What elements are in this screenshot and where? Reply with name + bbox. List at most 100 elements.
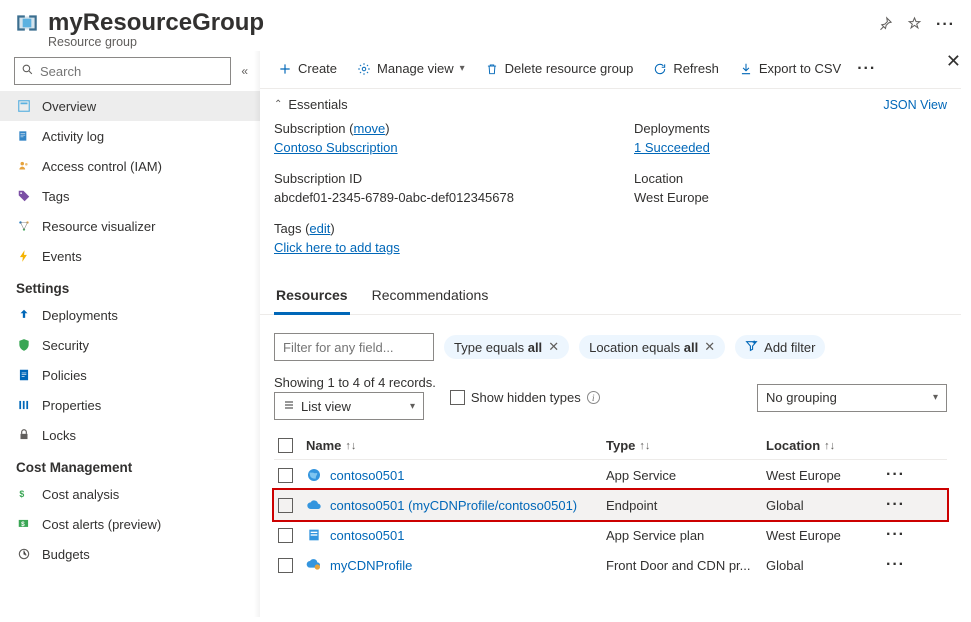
toolbar-more-icon[interactable]: ··· [857, 60, 876, 78]
column-location[interactable]: Location ↑↓ [766, 438, 886, 453]
nav-cost-alerts[interactable]: $ Cost alerts (preview) [0, 509, 260, 539]
column-type[interactable]: Type ↑↓ [606, 438, 766, 453]
row-checkbox[interactable] [278, 528, 293, 543]
collapse-sidebar-icon[interactable]: « [237, 60, 252, 82]
list-view-select[interactable]: List view ▾ [274, 392, 424, 420]
nav-label: Cost analysis [42, 487, 119, 502]
search-input[interactable] [40, 64, 224, 79]
activity-log-icon [16, 128, 32, 144]
table-row: myCDNProfileFront Door and CDN pr...Glob… [274, 550, 947, 580]
chevron-down-icon: ▾ [933, 392, 938, 403]
resource-name-link[interactable]: contoso0501 [306, 527, 606, 543]
resource-location: Global [766, 498, 886, 513]
export-button[interactable]: Export to CSV [735, 59, 845, 78]
row-checkbox[interactable] [278, 558, 293, 573]
edit-tags-link[interactable]: edit [309, 221, 330, 236]
page-subtitle: Resource group [48, 35, 878, 49]
resource-type: Endpoint [606, 498, 766, 513]
deployments-value[interactable]: 1 Succeeded [634, 140, 710, 155]
resource-group-icon [14, 10, 40, 36]
resource-location: West Europe [766, 528, 886, 543]
deployments-icon [16, 307, 32, 323]
row-more-icon[interactable]: ··· [886, 496, 914, 514]
remove-filter-icon[interactable]: ✕ [704, 339, 715, 355]
access-control-icon [16, 158, 32, 174]
deployments-label: Deployments [634, 120, 947, 139]
nav-access-control[interactable]: Access control (IAM) [0, 151, 260, 181]
nav-label: Policies [42, 368, 87, 383]
properties-icon [16, 397, 32, 413]
create-button[interactable]: Create [274, 59, 341, 78]
resource-icon [306, 557, 322, 573]
trash-icon [485, 62, 499, 76]
location-filter-pill[interactable]: Location equals all ✕ [579, 335, 725, 359]
remove-filter-icon[interactable]: ✕ [548, 339, 559, 355]
row-checkbox[interactable] [278, 498, 293, 513]
add-filter-button[interactable]: Add filter [735, 335, 825, 359]
add-filter-icon [745, 339, 758, 355]
move-link[interactable]: move [354, 121, 386, 136]
nav-properties[interactable]: Properties [0, 390, 260, 420]
column-name[interactable]: Name ↑↓ [306, 438, 606, 453]
subscription-value[interactable]: Contoso Subscription [274, 140, 398, 155]
tags-label: Tags (edit) [274, 220, 614, 239]
essentials-toggle[interactable]: ⌃Essentials [274, 97, 348, 112]
nav-label: Access control (IAM) [42, 159, 162, 174]
row-checkbox[interactable] [278, 468, 293, 483]
row-more-icon[interactable]: ··· [886, 526, 914, 544]
manage-view-button[interactable]: Manage view▾ [353, 59, 469, 78]
tags-value[interactable]: Click here to add tags [274, 240, 400, 255]
refresh-icon [653, 62, 667, 76]
nav-label: Activity log [42, 129, 104, 144]
nav-label: Deployments [42, 308, 118, 323]
resource-location: West Europe [766, 468, 886, 483]
resource-name-link[interactable]: contoso0501 (myCDNProfile/contoso0501) [306, 497, 606, 513]
sort-icon: ↑↓ [345, 440, 356, 452]
nav-policies[interactable]: Policies [0, 360, 260, 390]
refresh-button[interactable]: Refresh [649, 59, 723, 78]
nav-security[interactable]: Security [0, 330, 260, 360]
tab-recommendations[interactable]: Recommendations [370, 283, 491, 314]
resource-name-link[interactable]: myCDNProfile [306, 557, 606, 573]
nav-deployments[interactable]: Deployments [0, 300, 260, 330]
resource-name-link[interactable]: contoso0501 [306, 467, 606, 483]
nav-events[interactable]: Events [0, 241, 260, 271]
type-filter-pill[interactable]: Type equals all ✕ [444, 335, 569, 359]
section-settings: Settings [0, 271, 260, 300]
filter-input[interactable] [274, 333, 434, 361]
show-hidden-label: Show hidden types [471, 390, 581, 405]
lock-icon [16, 427, 32, 443]
nav-label: Locks [42, 428, 76, 443]
cost-analysis-icon: $ [16, 486, 32, 502]
list-icon [283, 399, 295, 414]
events-icon [16, 248, 32, 264]
location-value: West Europe [634, 189, 947, 208]
row-more-icon[interactable]: ··· [886, 466, 914, 484]
select-all-checkbox[interactable] [278, 438, 293, 453]
nav-locks[interactable]: Locks [0, 420, 260, 450]
row-more-icon[interactable]: ··· [886, 556, 914, 574]
nav-overview[interactable]: Overview [0, 91, 260, 121]
more-icon[interactable]: ··· [936, 16, 955, 34]
grouping-select[interactable]: No grouping ▾ [757, 384, 947, 412]
nav-cost-analysis[interactable]: $ Cost analysis [0, 479, 260, 509]
pin-icon[interactable] [878, 16, 893, 34]
cost-alerts-icon: $ [16, 516, 32, 532]
nav-activity-log[interactable]: Activity log [0, 121, 260, 151]
nav-resource-visualizer[interactable]: Resource visualizer [0, 211, 260, 241]
table-row: contoso0501App Service planWest Europe··… [274, 520, 947, 550]
tab-resources[interactable]: Resources [274, 283, 350, 315]
svg-text:$: $ [19, 489, 24, 499]
sidebar-search[interactable] [14, 57, 231, 85]
download-icon [739, 62, 753, 76]
show-hidden-checkbox[interactable] [450, 390, 465, 405]
nav-tags[interactable]: Tags [0, 181, 260, 211]
close-icon[interactable]: ✕ [946, 51, 961, 72]
star-icon[interactable] [907, 16, 922, 34]
delete-button[interactable]: Delete resource group [481, 59, 638, 78]
resource-type: App Service [606, 468, 766, 483]
info-icon[interactable]: i [587, 391, 600, 404]
nav-label: Cost alerts (preview) [42, 517, 161, 532]
json-view-link[interactable]: JSON View [883, 98, 947, 112]
nav-budgets[interactable]: Budgets [0, 539, 260, 569]
